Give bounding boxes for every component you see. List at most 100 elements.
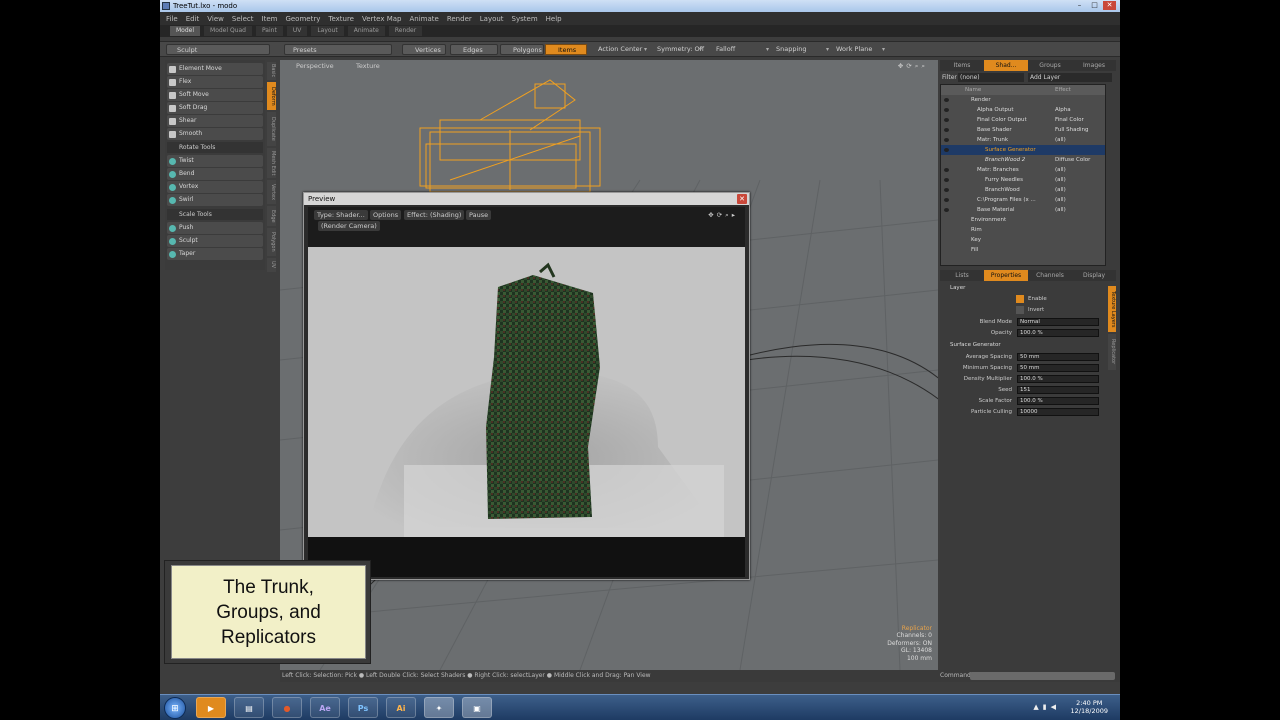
browser-icon[interactable]: ● [272,697,302,718]
eye-icon[interactable] [944,208,949,212]
menu-select[interactable]: Select [232,15,254,23]
scale-tools-header[interactable]: Scale Tools [167,209,263,220]
tab-shader-tree[interactable]: Shad... [984,60,1028,71]
tab-images[interactable]: Images [1072,60,1116,71]
particle-culling-field[interactable]: 10000 [1017,408,1099,416]
eye-icon[interactable] [944,148,949,152]
tree-row-branchwood[interactable]: BranchWood (all) [941,185,1105,195]
tab-display[interactable]: Display [1072,270,1116,281]
eye-icon[interactable] [944,118,949,122]
scale-factor-field[interactable]: 100.0 % [1017,397,1099,405]
minimum-spacing-field[interactable]: 50 mm [1017,364,1099,372]
tab-groups[interactable]: Groups [1028,60,1072,71]
preview-window[interactable]: Preview ✕ Type: Shader... Options Effect… [303,192,750,580]
side-tab-duplicate[interactable]: Duplicate [267,112,276,146]
falloff-dropdown[interactable]: Falloff ▾ [712,44,772,55]
eye-icon[interactable] [944,188,949,192]
menu-layout[interactable]: Layout [480,15,504,23]
sculpt-dropdown[interactable]: Sculpt [166,44,270,55]
edges-button[interactable]: Edges [450,44,498,55]
tree-row-surface-generator[interactable]: Surface Generator [941,145,1105,155]
eye-icon[interactable] [944,98,949,102]
capture-app-icon[interactable]: ▣ [462,697,492,718]
eye-icon[interactable] [944,178,949,182]
eye-icon[interactable] [944,198,949,202]
rotate-tools-header[interactable]: Rotate Tools [167,142,263,153]
system-tray-icons[interactable]: ▲▮◀ [1033,703,1060,711]
command-input[interactable] [970,672,1115,680]
side-tab-basic[interactable]: Basic [267,62,276,80]
photoshop-icon[interactable]: Ps [348,697,378,718]
side-tab-edge[interactable]: Edge [267,206,276,226]
menu-help[interactable]: Help [546,15,562,23]
illustrator-icon[interactable]: Ai [386,697,416,718]
tab-paint[interactable]: Paint [255,26,283,36]
preview-effect-dropdown[interactable]: Effect: (Shading) [404,210,465,220]
invert-checkbox[interactable] [1016,306,1024,314]
explorer-icon[interactable]: ▤ [234,697,264,718]
tab-model[interactable]: Model [170,26,201,36]
tool-flex[interactable]: Flex [167,76,263,88]
side-tab-uv[interactable]: UV [267,258,276,272]
tree-row-base-material[interactable]: Base Material (all) [941,205,1105,215]
tool-vortex[interactable]: Vortex [167,181,263,193]
minimize-button[interactable]: – [1073,1,1086,10]
work-plane-dropdown[interactable]: Work Plane ▾ [832,44,888,55]
viewport-nav-icons[interactable]: ✥⟳⌕⌕ [898,62,928,71]
tree-row-matr-trunk[interactable]: Matr: Trunk (all) [941,135,1105,145]
tab-render[interactable]: Render [388,26,423,36]
surface-generator-header[interactable]: Surface Generator [940,340,1108,350]
tree-row-matr-branches[interactable]: Matr: Branches (all) [941,165,1105,175]
preview-options-button[interactable]: Options [370,210,402,220]
menu-item[interactable]: Item [262,15,278,23]
tab-properties[interactable]: Properties [984,270,1028,281]
media-player-icon[interactable]: ▶ [196,697,226,718]
menu-vertex-map[interactable]: Vertex Map [362,15,402,23]
menu-view[interactable]: View [207,15,224,23]
items-button[interactable]: Items [545,44,587,55]
tree-row-fill[interactable]: Fill [941,245,1105,255]
tab-channels[interactable]: Channels [1028,270,1072,281]
tab-uv[interactable]: UV [286,26,308,36]
menu-edit[interactable]: Edit [186,15,200,23]
tree-row-environment[interactable]: Environment [941,215,1105,225]
tool-soft-move[interactable]: Soft Move [167,89,263,101]
action-center-dropdown[interactable]: Action Center ▾ [594,44,650,55]
invert-row[interactable]: Invert [940,305,1108,315]
presets-button[interactable]: Presets [284,44,392,55]
tool-taper[interactable]: Taper [167,248,263,260]
tool-shear[interactable]: Shear [167,115,263,127]
menu-geometry[interactable]: Geometry [285,15,320,23]
preview-pause-button[interactable]: Pause [466,210,492,220]
tool-bend[interactable]: Bend [167,168,263,180]
tree-row-branchwood-2[interactable]: BranchWood 2 Diffuse Color [941,155,1105,165]
opacity-field[interactable]: 100.0 % [1017,329,1099,337]
preview-type-dropdown[interactable]: Type: Shader... [314,210,368,220]
polygons-button[interactable]: Polygons [500,44,544,55]
snapping-dropdown[interactable]: Snapping ▾ [772,44,832,55]
side-tab-mesh-edit[interactable]: Mesh Edit [267,148,276,178]
tab-animate[interactable]: Animate [347,26,385,36]
tool-smooth[interactable]: Smooth [167,128,263,140]
tab-model-quad[interactable]: Model Quad [204,26,252,36]
clock[interactable]: 2:40 PM 12/18/2009 [1071,699,1108,715]
side-tab-replicator[interactable]: Replicator [1108,334,1116,370]
menu-render[interactable]: Render [447,15,472,23]
tree-row-base-shader[interactable]: Base Shader Full Shading [941,125,1105,135]
tree-row-key[interactable]: Key [941,235,1105,245]
tool-element-move[interactable]: Element Move [167,63,263,75]
blend-mode-dropdown[interactable]: Normal [1017,318,1099,326]
side-tab-vertex[interactable]: Vertex [267,180,276,204]
tree-row-rim[interactable]: Rim [941,225,1105,235]
tree-row-alpha-output[interactable]: Alpha Output Alpha [941,105,1105,115]
side-tab-deform[interactable]: Deform [267,82,276,110]
preview-camera-dropdown[interactable]: (Render Camera) [318,221,380,231]
shading-mode-label[interactable]: Texture [356,62,380,70]
tool-swirl[interactable]: Swirl [167,194,263,206]
start-button[interactable]: ⊞ [164,697,186,719]
maximize-button[interactable]: □ [1088,1,1101,10]
tree-row-furry-needles[interactable]: Furry Needles (all) [941,175,1105,185]
close-button[interactable]: ✕ [1103,1,1116,10]
tool-twist[interactable]: Twist [167,155,263,167]
tab-items[interactable]: Items [940,60,984,71]
